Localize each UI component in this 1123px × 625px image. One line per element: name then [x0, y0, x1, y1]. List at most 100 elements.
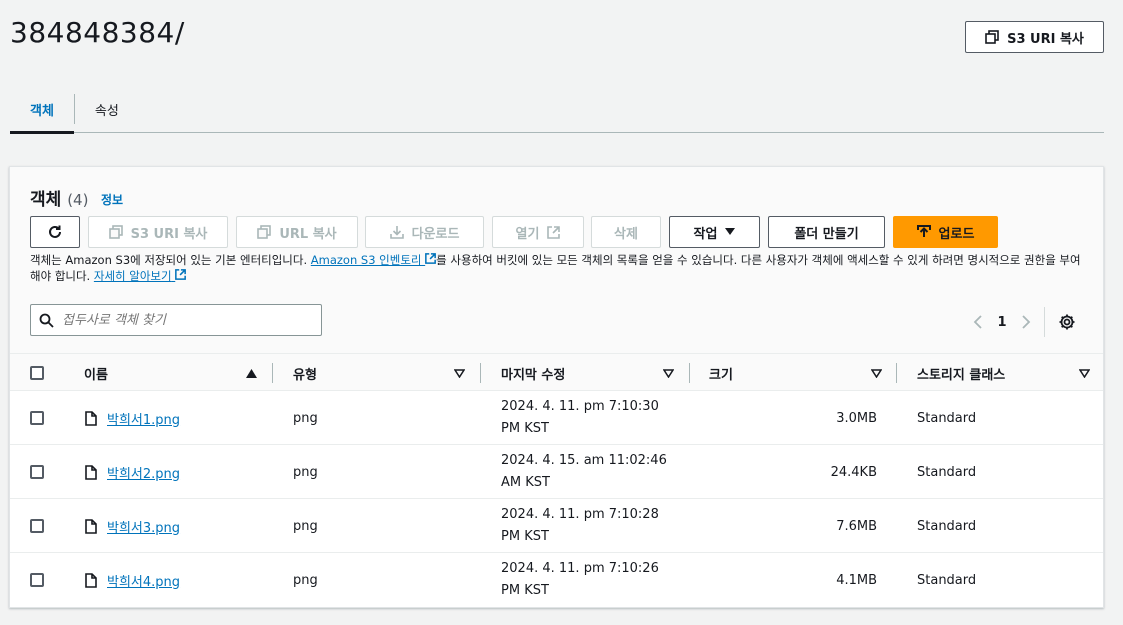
upload-button[interactable]: 업로드 [893, 216, 998, 248]
copy-s3-uri-label: S3 URI 복사 [1007, 31, 1084, 47]
column-last-modified[interactable]: 마지막 수정 [501, 354, 565, 392]
info-link[interactable]: 정보 [101, 191, 123, 208]
file-name-link[interactable]: 박희서1.png [107, 409, 180, 428]
copy-s3-uri-toolbar-button[interactable]: S3 URI 복사 [88, 216, 228, 248]
column-last-modified-label: 마지막 수정 [501, 367, 566, 383]
inventory-link-label: Amazon S3 인벤토리 [310, 253, 422, 267]
file-icon [85, 572, 97, 588]
previous-page-button[interactable] [966, 310, 990, 334]
inventory-link[interactable]: Amazon S3 인벤토리 [310, 253, 437, 267]
search-field[interactable] [30, 304, 322, 336]
page-title: 384848384/ [10, 16, 185, 49]
file-storage-class: Standard [917, 572, 977, 588]
column-size-label: 크기 [709, 367, 733, 383]
download-icon [389, 226, 404, 239]
checkbox[interactable] [30, 465, 44, 479]
caret-down-outline-icon [871, 368, 882, 378]
copy-icon [985, 30, 999, 44]
checkbox[interactable] [30, 411, 44, 425]
file-name-link[interactable]: 박희서3.png [107, 517, 180, 536]
column-name[interactable]: 이름 [84, 354, 108, 392]
file-last-modified: 2024. 4. 15. am 11:02:46 AM KST [501, 445, 667, 499]
objects-count: (4) [67, 191, 89, 209]
caret-down-icon [725, 228, 736, 235]
copy-icon [257, 225, 272, 239]
column-size[interactable]: 크기 [709, 354, 733, 392]
file-name-cell: 박희서4.png [85, 553, 180, 607]
copy-url-label: URL 복사 [279, 226, 337, 242]
column-type[interactable]: 유형 [293, 354, 317, 392]
file-name-cell: 박희서3.png [85, 499, 180, 553]
column-divider [896, 363, 897, 383]
refresh-icon [49, 225, 61, 238]
copy-s3-uri-toolbar-label: S3 URI 복사 [130, 226, 208, 242]
date-line-2: PM KST [501, 529, 549, 544]
objects-title: 객체 [30, 190, 62, 210]
date-line-2: AM KST [501, 475, 550, 490]
row-checkbox[interactable] [30, 445, 44, 499]
table-row[interactable]: 박희서2.png png 2024. 4. 15. am 11:02:46 AM … [10, 445, 1103, 499]
file-storage-class: Standard [917, 464, 977, 480]
file-size: 7.6MB [836, 518, 877, 534]
current-page[interactable]: 1 [990, 310, 1014, 334]
actions-dropdown[interactable]: 작업 [669, 216, 760, 248]
open-button[interactable]: 열기 [492, 216, 584, 248]
sort-icon[interactable] [1079, 354, 1090, 392]
sort-asc-icon [246, 368, 257, 378]
file-name-link[interactable]: 박희서2.png [107, 463, 180, 482]
table-row[interactable]: 박희서3.png png 2024. 4. 11. pm 7:10:28 PM K… [10, 499, 1103, 553]
learn-more-link[interactable]: 자세히 알아보기 [94, 269, 187, 283]
row-checkbox[interactable] [30, 391, 44, 445]
copy-s3-uri-button[interactable]: S3 URI 복사 [965, 21, 1104, 53]
file-name-link[interactable]: 박희서4.png [107, 571, 180, 590]
objects-description: 객체는 Amazon S3에 저장되어 있는 기본 엔터티입니다. Amazon… [30, 252, 1090, 284]
tab-objects[interactable]: 객체 [10, 85, 74, 134]
pagination: 1 [966, 307, 1079, 337]
caret-down-outline-icon [454, 368, 465, 378]
file-name-cell: 박희서2.png [85, 445, 180, 499]
download-button[interactable]: 다운로드 [365, 216, 484, 248]
column-storage-class[interactable]: 스토리지 클래스 [917, 354, 1005, 392]
checkbox[interactable] [30, 573, 44, 587]
file-size: 4.1MB [836, 572, 877, 588]
sort-icon[interactable] [871, 354, 882, 392]
tab-objects-label: 객체 [30, 103, 54, 119]
caret-down-outline-icon [663, 368, 674, 378]
sort-icon[interactable] [454, 354, 465, 392]
delete-button[interactable]: 삭제 [591, 216, 661, 248]
tab-properties[interactable]: 속성 [75, 85, 139, 133]
table-row[interactable]: 박희서4.png png 2024. 4. 11. pm 7:10:26 PM K… [10, 553, 1103, 607]
copy-url-button[interactable]: URL 복사 [236, 216, 358, 248]
next-page-button[interactable] [1014, 310, 1038, 334]
file-type: png [293, 410, 318, 426]
search-input[interactable] [62, 312, 302, 328]
external-link-icon [425, 253, 437, 264]
gear-icon [1059, 314, 1075, 330]
file-type: png [293, 518, 318, 534]
external-link-icon [547, 225, 561, 239]
checkbox[interactable] [30, 366, 44, 380]
refresh-button[interactable] [30, 216, 80, 248]
file-type: png [293, 464, 318, 480]
chevron-left-icon [973, 315, 982, 329]
objects-heading: 객체 (4) [30, 185, 88, 210]
tab-bar: 객체 속성 [10, 85, 1104, 134]
checkbox[interactable] [30, 519, 44, 533]
delete-label: 삭제 [614, 226, 638, 242]
file-storage-class: Standard [917, 518, 977, 534]
settings-button[interactable] [1055, 310, 1079, 334]
caret-down-outline-icon [1079, 368, 1090, 378]
table-row[interactable]: 박희서1.png png 2024. 4. 11. pm 7:10:30 PM K… [10, 391, 1103, 445]
sort-asc-icon[interactable] [246, 354, 257, 392]
column-storage-class-label: 스토리지 클래스 [917, 367, 1006, 383]
date-line-1: 2024. 4. 11. pm 7:10:30 [501, 399, 659, 414]
row-checkbox[interactable] [30, 553, 44, 607]
column-type-label: 유형 [293, 367, 317, 383]
row-checkbox[interactable] [30, 499, 44, 553]
select-all-checkbox[interactable] [30, 354, 44, 392]
date-line-1: 2024. 4. 11. pm 7:10:26 [501, 561, 659, 576]
column-divider [689, 363, 690, 383]
file-type: png [293, 572, 318, 588]
create-folder-button[interactable]: 폴더 만들기 [768, 216, 885, 248]
sort-icon[interactable] [663, 354, 674, 392]
